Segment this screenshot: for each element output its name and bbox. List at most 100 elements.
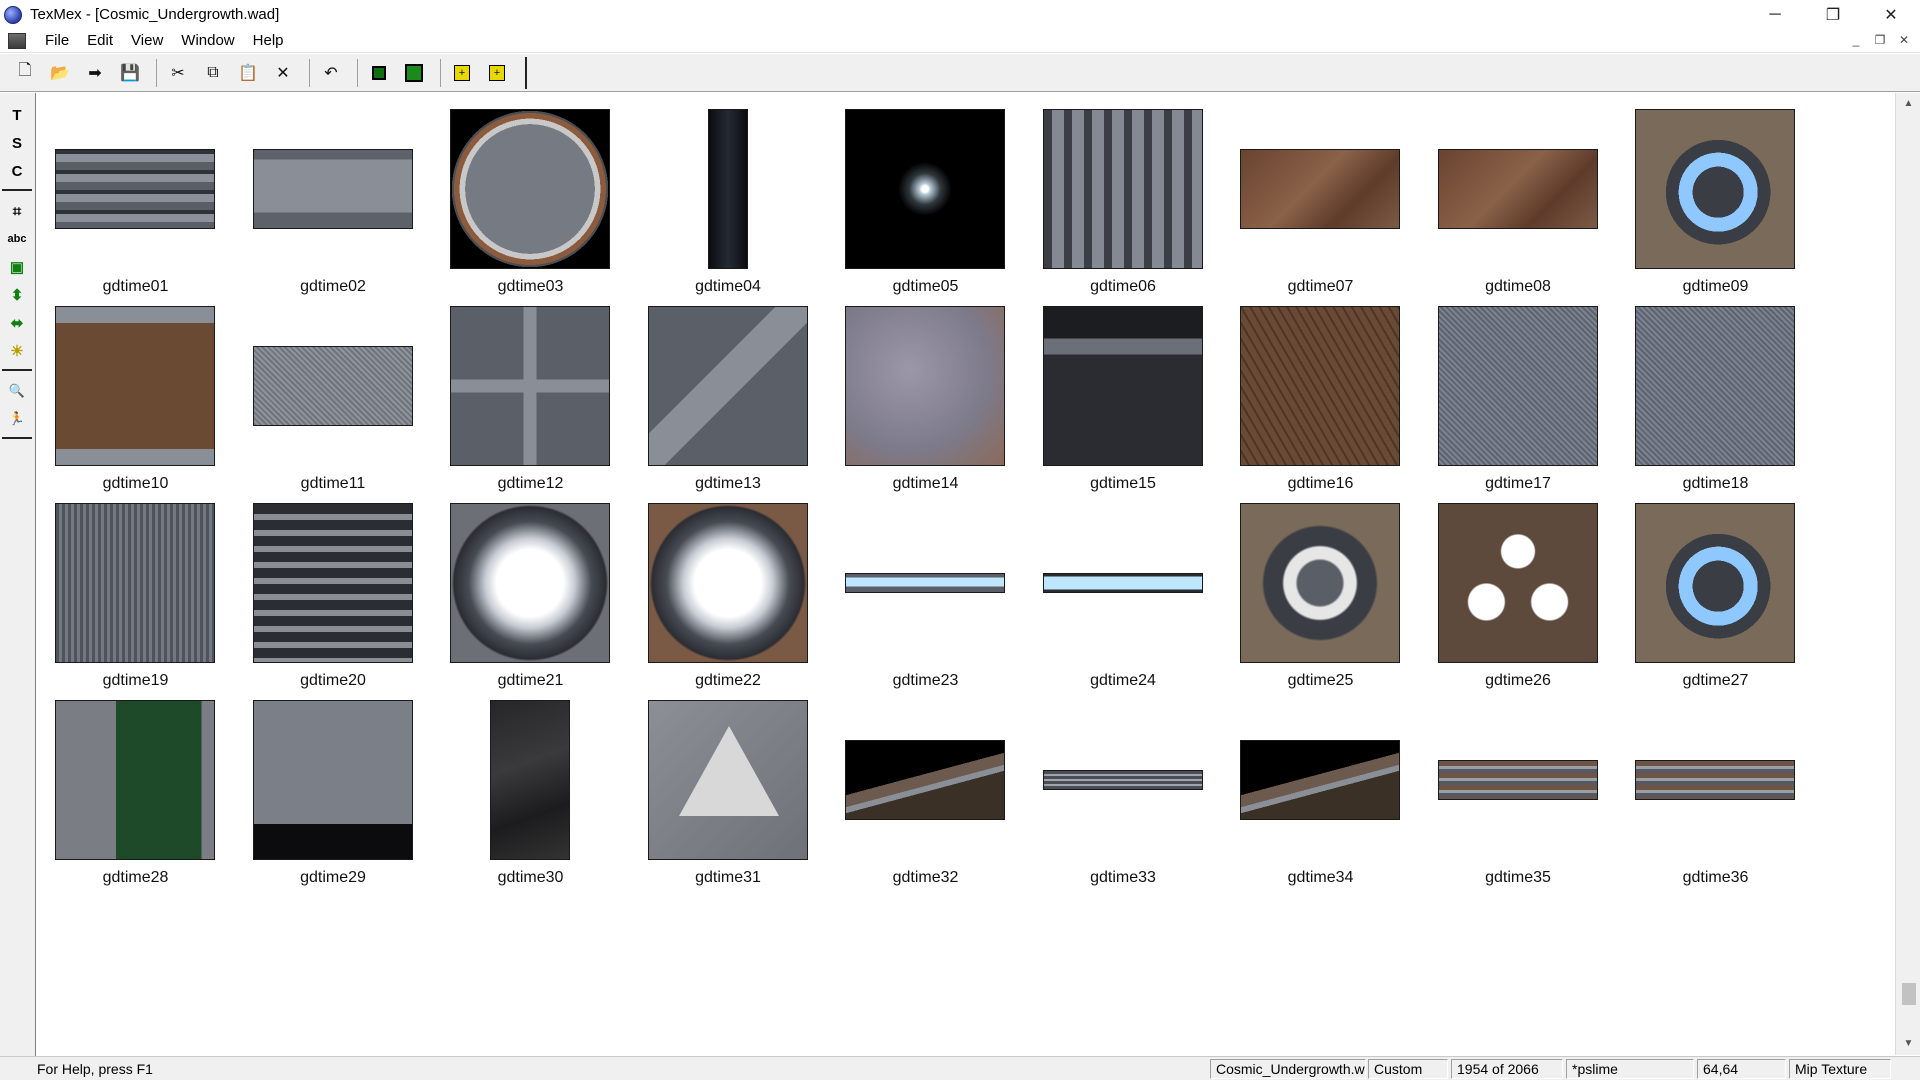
texture-tile[interactable]: gdtime33 — [1025, 684, 1222, 886]
texture-thumbnail[interactable] — [490, 700, 570, 860]
texture-tile[interactable]: gdtime08 — [1420, 93, 1617, 295]
close-button[interactable]: ✕ — [1862, 0, 1920, 29]
layers-tool-icon[interactable]: ▣ — [3, 253, 31, 281]
texture-tile[interactable]: gdtime29 — [235, 684, 432, 886]
texture-tile[interactable]: gdtime36 — [1617, 684, 1814, 886]
select-small-icon[interactable] — [364, 58, 394, 88]
texture-tile[interactable]: gdtime19 — [37, 487, 234, 689]
texmex-app-icon[interactable] — [4, 5, 22, 24]
restore-button[interactable]: ❐ — [1804, 0, 1862, 29]
texture-thumbnail[interactable] — [1437, 306, 1598, 466]
texture-tile[interactable]: gdtime17 — [1420, 290, 1617, 492]
texture-thumbnail[interactable] — [1635, 760, 1795, 800]
texture-thumbnail[interactable] — [845, 573, 1005, 593]
forward-arrow-icon[interactable]: ➡ — [80, 58, 110, 88]
texture-thumbnail[interactable] — [1042, 573, 1203, 593]
mdi-close-button[interactable]: ✕ — [1892, 31, 1916, 49]
texture-thumbnail[interactable] — [845, 306, 1005, 466]
texture-tile[interactable]: gdtime10 — [37, 290, 234, 492]
menu-help[interactable]: Help — [244, 32, 293, 49]
texture-tile[interactable]: gdtime12 — [432, 290, 629, 492]
menu-view[interactable]: View — [122, 32, 172, 49]
scroll-up-button[interactable]: ▲ — [1896, 95, 1920, 112]
menu-edit[interactable]: Edit — [78, 32, 122, 49]
texture-thumbnail[interactable] — [450, 503, 610, 663]
mdi-minimize-button[interactable]: _ — [1844, 31, 1868, 49]
texture-thumbnail[interactable] — [55, 306, 215, 466]
texture-tile[interactable]: gdtime15 — [1025, 290, 1222, 492]
texture-tile[interactable]: gdtime11 — [235, 290, 432, 492]
texture-thumbnail[interactable] — [1437, 760, 1598, 800]
texture-thumbnail[interactable] — [845, 740, 1005, 820]
texture-tile[interactable]: gdtime04 — [630, 93, 827, 295]
import-icon[interactable]: + — [447, 58, 477, 88]
texture-thumbnail[interactable] — [1240, 306, 1400, 466]
texture-tile[interactable]: gdtime34 — [1222, 684, 1419, 886]
texture-tile[interactable]: gdtime13 — [630, 290, 827, 492]
texture-thumbnail[interactable] — [647, 700, 808, 860]
texture-tile[interactable]: gdtime14 — [827, 290, 1024, 492]
scroll-thumb[interactable] — [1902, 983, 1916, 1005]
texture-tile[interactable]: gdtime31 — [630, 684, 827, 886]
texture-thumbnail[interactable] — [1635, 306, 1795, 466]
texture-thumbnail[interactable] — [1240, 503, 1400, 663]
texture-tile[interactable]: gdtime21 — [432, 487, 629, 689]
texture-thumbnail[interactable] — [647, 306, 808, 466]
texture-thumbnail[interactable] — [1042, 306, 1203, 466]
texture-tile[interactable]: gdtime01 — [37, 93, 234, 295]
save-icon[interactable]: 💾 — [115, 58, 145, 88]
texture-tile[interactable]: gdtime07 — [1222, 93, 1419, 295]
texture-tile[interactable]: gdtime27 — [1617, 487, 1814, 689]
brightness-tool-icon[interactable]: ☀ — [3, 337, 31, 365]
menu-window[interactable]: Window — [172, 32, 243, 49]
texture-tile[interactable]: gdtime28 — [37, 684, 234, 886]
texture-tile[interactable]: gdtime18 — [1617, 290, 1814, 492]
texture-thumbnail[interactable] — [845, 109, 1005, 269]
texture-thumbnail[interactable] — [1240, 149, 1400, 229]
texture-thumbnail[interactable] — [647, 503, 808, 663]
new-icon[interactable]: 🗋 — [10, 58, 40, 88]
text-abc-tool-icon[interactable]: abc — [3, 225, 31, 253]
texture-tile[interactable]: gdtime25 — [1222, 487, 1419, 689]
copy-icon[interactable]: ⧉ — [198, 58, 228, 88]
texture-thumbnail[interactable] — [1635, 503, 1795, 663]
undo-icon[interactable]: ↶ — [316, 58, 346, 88]
menu-file[interactable]: File — [36, 32, 78, 49]
texture-tile[interactable]: gdtime35 — [1420, 684, 1617, 886]
texture-thumbnail[interactable] — [707, 109, 748, 269]
select-fit-icon[interactable] — [399, 58, 429, 88]
texture-thumbnail[interactable] — [1240, 740, 1400, 820]
document-icon[interactable] — [8, 32, 26, 49]
texture-thumbnail[interactable] — [1042, 109, 1203, 269]
texture-tile[interactable]: gdtime26 — [1420, 487, 1617, 689]
open-icon[interactable]: 📂 — [45, 58, 75, 88]
text-c-tool-icon[interactable]: C — [3, 157, 31, 185]
texture-thumbnail[interactable] — [252, 503, 413, 663]
paste-icon[interactable]: 📋 — [233, 58, 263, 88]
texture-tile[interactable]: gdtime32 — [827, 684, 1024, 886]
texture-tile[interactable]: gdtime05 — [827, 93, 1024, 295]
texture-tile[interactable]: gdtime09 — [1617, 93, 1814, 295]
texture-thumbnail[interactable] — [1437, 503, 1598, 663]
run-tool-icon[interactable]: 🏃 — [3, 405, 31, 433]
texture-thumbnail[interactable] — [450, 306, 610, 466]
crop-tool-icon[interactable]: ⌗ — [3, 197, 31, 225]
cut-icon[interactable]: ✂ — [163, 58, 193, 88]
texture-tile[interactable]: gdtime30 — [432, 684, 629, 886]
horizontal-flip-tool-icon[interactable]: ⬌ — [3, 309, 31, 337]
texture-tile[interactable]: gdtime24 — [1025, 487, 1222, 689]
delete-icon[interactable]: ✕ — [268, 58, 298, 88]
texture-tile[interactable]: gdtime20 — [235, 487, 432, 689]
export-icon[interactable]: + — [482, 58, 512, 88]
texture-tile[interactable]: gdtime16 — [1222, 290, 1419, 492]
texture-thumbnail[interactable] — [450, 109, 610, 269]
text-t-tool-icon[interactable]: T — [3, 101, 31, 129]
texture-tile[interactable]: gdtime03 — [432, 93, 629, 295]
texture-tile[interactable]: gdtime06 — [1025, 93, 1222, 295]
vertical-scrollbar[interactable]: ▲ ▼ — [1895, 93, 1920, 1055]
texture-tile[interactable]: gdtime22 — [630, 487, 827, 689]
texture-tile[interactable]: gdtime02 — [235, 93, 432, 295]
texture-thumbnail[interactable] — [252, 700, 413, 860]
vertical-flip-tool-icon[interactable]: ⬍ — [3, 281, 31, 309]
mdi-restore-button[interactable]: ❐ — [1868, 31, 1892, 49]
